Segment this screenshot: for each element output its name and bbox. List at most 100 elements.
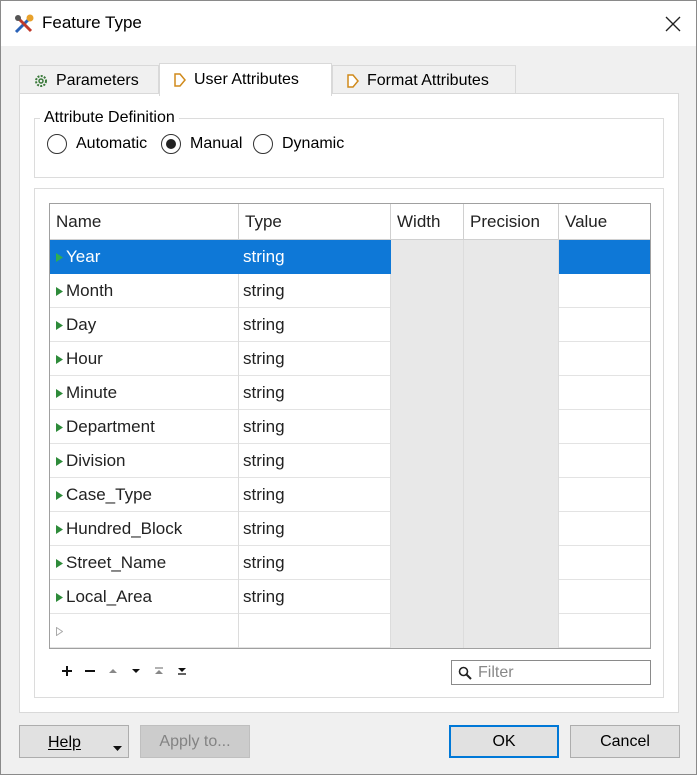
radio-manual[interactable]: Manual (161, 134, 242, 154)
header-value[interactable]: Value (559, 204, 650, 240)
header-type[interactable]: Type (239, 204, 391, 240)
cell-width[interactable] (391, 274, 464, 308)
cell-width[interactable] (391, 478, 464, 512)
cell-name[interactable]: Street_Name (50, 546, 239, 580)
cell-value[interactable] (559, 240, 650, 274)
cell-width[interactable] (391, 342, 464, 376)
cell-width[interactable] (391, 308, 464, 342)
cell-type[interactable]: string (239, 274, 391, 308)
table-row[interactable]: Minute string (50, 376, 650, 410)
cell-name[interactable]: Day (50, 308, 239, 342)
cell-value[interactable] (559, 512, 650, 546)
table-row[interactable]: Month string (50, 274, 650, 308)
filter-input[interactable]: Filter (451, 660, 651, 685)
cell-value[interactable] (559, 614, 650, 648)
radio-dynamic[interactable]: Dynamic (253, 134, 344, 154)
table-row[interactable]: Department string (50, 410, 650, 444)
cell-width[interactable] (391, 546, 464, 580)
cell-name[interactable]: Year (50, 240, 239, 274)
cell-precision[interactable] (464, 342, 559, 376)
cell-precision[interactable] (464, 512, 559, 546)
tab-parameters[interactable]: Parameters (19, 65, 159, 95)
cell-width[interactable] (391, 410, 464, 444)
cell-type[interactable]: string (239, 240, 391, 274)
table-row[interactable]: Division string (50, 444, 650, 478)
move-top-button[interactable] (147, 660, 170, 682)
cell-value[interactable] (559, 410, 650, 444)
expand-triangle-icon[interactable] (52, 252, 66, 262)
cell-type[interactable]: string (239, 444, 391, 478)
cell-value[interactable] (559, 342, 650, 376)
cell-value[interactable] (559, 376, 650, 410)
table-row[interactable]: Local_Area string (50, 580, 650, 614)
cell-precision[interactable] (464, 240, 559, 274)
dropdown-arrow-icon[interactable] (113, 739, 122, 757)
move-up-button[interactable] (101, 660, 124, 682)
cell-precision[interactable] (464, 308, 559, 342)
cell-width[interactable] (391, 444, 464, 478)
cell-name[interactable] (50, 614, 239, 648)
expand-triangle-icon[interactable] (52, 388, 66, 398)
expand-triangle-icon[interactable] (52, 558, 66, 568)
radio-automatic[interactable]: Automatic (47, 134, 147, 154)
attributes-table[interactable]: Name Type Width Precision Value Year stri… (49, 203, 651, 649)
expand-triangle-icon[interactable] (52, 286, 66, 296)
cell-precision[interactable] (464, 444, 559, 478)
table-row[interactable]: Year string (50, 240, 650, 274)
cell-value[interactable] (559, 546, 650, 580)
cell-precision[interactable] (464, 376, 559, 410)
cell-name[interactable]: Hour (50, 342, 239, 376)
cell-precision[interactable] (464, 274, 559, 308)
ok-button[interactable]: OK (449, 725, 559, 758)
expand-triangle-icon[interactable] (52, 320, 66, 330)
cell-precision[interactable] (464, 614, 559, 648)
cell-type[interactable] (239, 614, 391, 648)
header-width[interactable]: Width (391, 204, 464, 240)
expand-triangle-icon[interactable] (52, 592, 66, 602)
table-row[interactable]: Street_Name string (50, 546, 650, 580)
cell-width[interactable] (391, 614, 464, 648)
tab-format-attributes[interactable]: Format Attributes (332, 65, 516, 95)
header-precision[interactable]: Precision (464, 204, 559, 240)
cell-name[interactable]: Division (50, 444, 239, 478)
expand-triangle-icon[interactable] (52, 524, 66, 534)
cell-name[interactable]: Hundred_Block (50, 512, 239, 546)
cell-type[interactable]: string (239, 410, 391, 444)
cell-width[interactable] (391, 376, 464, 410)
cell-type[interactable]: string (239, 546, 391, 580)
cell-type[interactable]: string (239, 308, 391, 342)
cell-type[interactable]: string (239, 342, 391, 376)
new-row[interactable] (50, 614, 650, 648)
expand-triangle-icon[interactable] (52, 354, 66, 364)
cell-value[interactable] (559, 580, 650, 614)
cell-type[interactable]: string (239, 580, 391, 614)
cell-type[interactable]: string (239, 512, 391, 546)
cell-value[interactable] (559, 274, 650, 308)
table-row[interactable]: Hundred_Block string (50, 512, 650, 546)
table-row[interactable]: Case_Type string (50, 478, 650, 512)
help-button[interactable]: Help (19, 725, 129, 758)
cell-width[interactable] (391, 240, 464, 274)
cell-precision[interactable] (464, 580, 559, 614)
cell-width[interactable] (391, 512, 464, 546)
cell-name[interactable]: Month (50, 274, 239, 308)
expand-triangle-icon[interactable] (52, 490, 66, 500)
cell-type[interactable]: string (239, 478, 391, 512)
tab-user-attributes[interactable]: User Attributes (159, 63, 332, 96)
cancel-button[interactable]: Cancel (570, 725, 680, 758)
cell-value[interactable] (559, 444, 650, 478)
cell-name[interactable]: Minute (50, 376, 239, 410)
cell-value[interactable] (559, 308, 650, 342)
table-row[interactable]: Day string (50, 308, 650, 342)
cell-name[interactable]: Department (50, 410, 239, 444)
cell-value[interactable] (559, 478, 650, 512)
close-button[interactable] (650, 1, 696, 46)
cell-precision[interactable] (464, 546, 559, 580)
move-down-button[interactable] (124, 660, 147, 682)
move-bottom-button[interactable] (170, 660, 193, 682)
cell-width[interactable] (391, 580, 464, 614)
remove-row-button[interactable] (78, 660, 101, 682)
header-name[interactable]: Name (50, 204, 239, 240)
apply-to-button[interactable]: Apply to... (140, 725, 250, 758)
table-row[interactable]: Hour string (50, 342, 650, 376)
